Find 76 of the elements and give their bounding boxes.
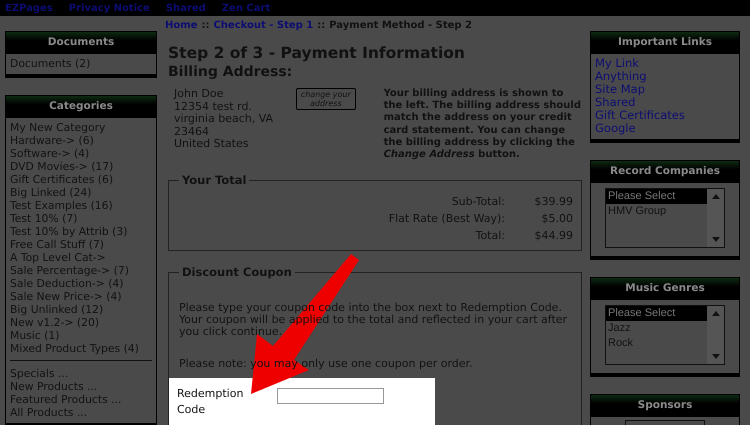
category-link[interactable]: Sale New Price-> (4) (10, 290, 152, 303)
total-value: $44.99 (534, 228, 573, 244)
total-label: Sub-Total: (452, 194, 505, 210)
category-link[interactable]: DVD Movies-> (17) (10, 160, 152, 173)
scroll-up-icon[interactable] (712, 311, 720, 316)
category-link[interactable]: Sale Deduction-> (4) (10, 277, 152, 290)
category-link[interactable]: Mixed Product Types (4) (10, 342, 152, 355)
panel-legend: Your Total (179, 173, 250, 188)
nav-link[interactable]: EZPages (5, 2, 53, 14)
category-link[interactable]: Music (1) (10, 329, 152, 342)
category-link[interactable]: Hardware-> (6) (10, 134, 152, 147)
address-line: United States (174, 138, 250, 150)
category-link[interactable]: Test 10% (7) (10, 212, 152, 225)
address-line: virginia beach, VA (174, 113, 274, 126)
sidebox-heading: Documents (6, 32, 156, 54)
category-link[interactable]: Big Unlinked (12) (10, 303, 152, 316)
list-option[interactable]: HMV Group (606, 204, 707, 219)
scroll-down-icon[interactable] (712, 237, 720, 242)
breadcrumb-current: Payment Method - Step 2 (329, 20, 472, 31)
list-box[interactable]: Please Select HMV Group (605, 188, 725, 248)
category-link[interactable]: Software-> (4) (10, 147, 152, 160)
breadcrumb-separator: :: (201, 20, 210, 31)
sidebox-heading: Music Genres (591, 278, 739, 300)
total-label: Total: (476, 228, 505, 244)
breadcrumb-separator: :: (317, 20, 326, 31)
nav-link[interactable]: Privacy Notice (68, 2, 150, 14)
sidebox-heading: Important Links (591, 32, 739, 54)
category-link[interactable]: Documents (2) (10, 57, 152, 70)
total-value: $5.00 (540, 211, 573, 228)
sidebar-link[interactable]: Shared (595, 96, 735, 109)
change-address-button[interactable]: change your address (296, 88, 356, 110)
sidebar-link[interactable]: Gift Certificates (595, 109, 735, 122)
list-box[interactable]: Please Select Jazz Rock (605, 305, 725, 365)
category-link[interactable]: Free Call Stuff (7) (10, 238, 152, 251)
section-heading: Billing Address: (168, 64, 294, 80)
sidebar-link[interactable]: Google (595, 122, 735, 135)
scroll-up-icon[interactable] (712, 194, 720, 199)
address-line: 12354 test rd. (174, 100, 253, 113)
breadcrumb-link[interactable]: Home (165, 20, 198, 31)
scrollbar[interactable] (707, 189, 724, 247)
sidebox-heading: Sponsors (591, 395, 739, 417)
sidebar-link[interactable]: Site Map (595, 83, 735, 96)
redemption-code-field[interactable] (277, 388, 384, 404)
sidebar-link[interactable]: My Link (595, 57, 735, 70)
category-link[interactable]: Featured Products ... (10, 393, 152, 406)
field-label: Redemption Code (177, 386, 244, 418)
category-link[interactable]: Gift Certificates (6) (10, 173, 152, 186)
billing-note: Your billing address is shown to the left. The billing address should match the address on your credit card statement. You can change the billing address by clicking the Change Address button. (384, 88, 582, 162)
sidebox-heading: Categories (6, 96, 156, 118)
address-line: 23464 (174, 126, 210, 138)
category-link[interactable]: New Products ... (10, 380, 152, 393)
nav-link[interactable]: Shared (166, 2, 206, 14)
category-link[interactable]: Sale Percentage-> (7) (10, 264, 152, 277)
category-link[interactable]: Test Examples (16) (10, 199, 152, 212)
total-value: $39.99 (534, 194, 573, 210)
category-link[interactable]: Big Linked (24) (10, 186, 152, 199)
list-option[interactable]: Jazz (606, 321, 707, 336)
panel-legend: Discount Coupon (179, 265, 295, 280)
scrollbar[interactable] (707, 306, 724, 364)
category-link[interactable]: My New Category (10, 121, 152, 134)
nav-link[interactable]: Zen Cart (222, 2, 270, 14)
breadcrumb-link[interactable]: Checkout - Step 1 (213, 20, 314, 31)
list-option[interactable]: Please Select (606, 189, 707, 204)
category-link[interactable]: Specials ... (10, 367, 152, 380)
category-link[interactable]: All Products ... (10, 406, 152, 419)
list-option[interactable]: Please Select (606, 306, 707, 321)
sidebar-link[interactable]: Anything (595, 70, 735, 83)
category-link[interactable]: New v1.2-> (20) (10, 316, 152, 329)
total-label: Flat Rate (Best Way): (388, 211, 505, 228)
category-link[interactable]: A Top Level Cat-> (10, 251, 152, 264)
sidebox-heading: Record Companies (591, 161, 739, 183)
page-title: Step 2 of 3 - Payment Information (168, 44, 466, 62)
category-link[interactable]: Test 10% by Attrib (3) (10, 225, 152, 238)
address-line: John Doe (174, 88, 224, 100)
scroll-down-icon[interactable] (712, 354, 720, 359)
list-option[interactable]: Rock (606, 336, 707, 351)
